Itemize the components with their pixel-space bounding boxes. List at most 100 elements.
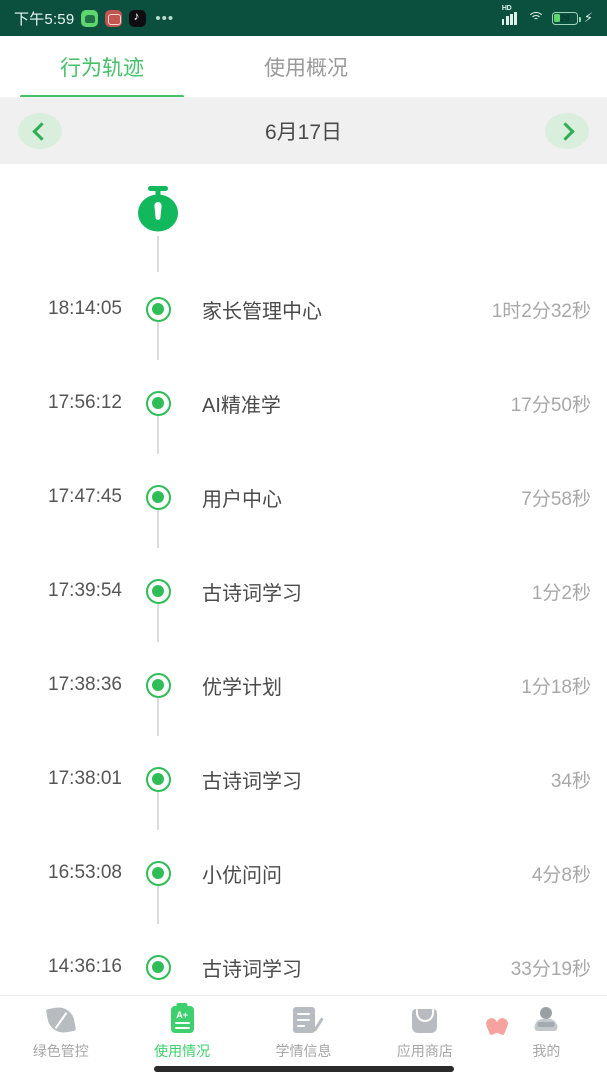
- home-indicator: [153, 1066, 454, 1072]
- row-time: 17:39:54: [48, 580, 122, 601]
- row-app-name: AI精准学: [202, 394, 281, 417]
- activity-timeline: 18:14:05 家长管理中心 1时2分32秒 17:56:12 AI精准学 17分50秒…: [0, 164, 607, 995]
- nav-item-usage[interactable]: A+ 使用情况: [121, 1005, 242, 1061]
- leaf-icon: [45, 1004, 77, 1036]
- document-icon: [288, 1005, 320, 1035]
- row-app-name: 优学计划: [202, 676, 282, 699]
- row-duration: 1时2分32秒: [491, 300, 591, 322]
- tab-usage-overview[interactable]: 使用概况: [204, 36, 408, 98]
- clipboard-icon: A+: [166, 1005, 198, 1035]
- red-app-icon: [105, 9, 123, 27]
- nav-label-app-store: 应用商店: [396, 1043, 453, 1059]
- prev-day-button[interactable]: [18, 113, 62, 149]
- timeline-connector: [157, 886, 159, 924]
- row-duration: 1分2秒: [531, 582, 591, 604]
- row-time: 17:47:45: [48, 486, 122, 507]
- row-time: 17:38:36: [48, 674, 122, 695]
- row-marker: [136, 484, 180, 510]
- row-app-name: 古诗词学习: [202, 770, 302, 793]
- battery-percent: 28: [560, 13, 570, 23]
- row-duration: 33分19秒: [510, 958, 591, 980]
- timeline-row[interactable]: 17:47:45 用户中心 7分58秒: [0, 450, 607, 544]
- timeline-connector: [157, 510, 159, 548]
- bottom-navigation: 绿色管控 A+ 使用情况 学情信息 应用商店 我的: [0, 995, 607, 1080]
- timeline-dot-icon: [145, 390, 171, 416]
- row-time: 16:53:08: [48, 862, 122, 883]
- row-marker: [136, 860, 180, 886]
- row-duration: 34秒: [550, 770, 591, 792]
- row-app-name: 古诗词学习: [202, 582, 302, 605]
- nav-label-profile: 我的: [532, 1043, 561, 1059]
- timeline-rows: 18:14:05 家长管理中心 1时2分32秒 17:56:12 AI精准学 17分50秒…: [0, 262, 607, 995]
- row-marker: [136, 954, 180, 980]
- charging-icon: ⚡: [583, 10, 593, 25]
- timeline-dot-icon: [145, 954, 171, 980]
- cursor-pointer-icon: [487, 1016, 510, 1037]
- row-time: 18:14:05: [48, 298, 122, 319]
- nav-label-study-info: 学情信息: [275, 1043, 332, 1059]
- timeline-row[interactable]: 14:36:16 古诗词学习 33分19秒: [0, 920, 607, 995]
- chevron-left-icon: [32, 121, 51, 141]
- timeline-row[interactable]: 17:56:12 AI精准学 17分50秒: [0, 356, 607, 450]
- tab-behavior-track[interactable]: 行为轨迹: [0, 36, 204, 98]
- timeline-row[interactable]: 17:38:01 古诗词学习 34秒: [0, 732, 607, 826]
- app-root: 下午5:59 ••• HD 28 ⚡ 行为轨迹 使用概况 6月17日: [0, 0, 607, 1080]
- nav-item-app-store[interactable]: 应用商店: [364, 1005, 485, 1061]
- timeline-row[interactable]: 17:38:36 优学计划 1分18秒: [0, 638, 607, 732]
- person-icon: [530, 1005, 562, 1035]
- status-bar-right: HD 28 ⚡: [501, 5, 593, 26]
- row-app-name: 小优问问: [202, 864, 282, 887]
- hd-label: HD: [501, 4, 512, 12]
- row-marker: [136, 578, 180, 604]
- row-marker: [136, 390, 180, 416]
- status-bar: 下午5:59 ••• HD 28 ⚡: [0, 0, 607, 36]
- next-day-button[interactable]: [544, 113, 589, 149]
- chevron-right-icon: [556, 121, 575, 141]
- wifi-icon: [527, 11, 545, 25]
- timeline-dot-icon: [145, 766, 171, 792]
- row-time: 17:38:01: [48, 768, 122, 789]
- battery-icon: 28: [551, 11, 581, 25]
- timeline-connector: [157, 792, 159, 830]
- timeline-dot-icon: [145, 296, 171, 322]
- timeline-connector: [157, 698, 159, 736]
- green-robot-icon: [81, 9, 99, 27]
- timeline-row[interactable]: 16:53:08 小优问问 4分8秒: [0, 826, 607, 920]
- status-time: 下午5:59: [14, 10, 75, 28]
- row-marker: [136, 766, 180, 792]
- status-overflow-icon: •••: [155, 9, 175, 27]
- shopping-bag-icon: [409, 1005, 441, 1035]
- tab-bar: 行为轨迹 使用概况: [0, 36, 607, 98]
- nav-item-green-control[interactable]: 绿色管控: [0, 1004, 121, 1061]
- row-marker: [136, 296, 180, 322]
- timeline-connector: [157, 322, 159, 360]
- nav-item-study-info[interactable]: 学情信息: [243, 1005, 364, 1061]
- timeline-connector: [157, 416, 159, 454]
- nav-label-green-control: 绿色管控: [32, 1043, 89, 1059]
- row-app-name: 家长管理中心: [202, 300, 322, 323]
- timeline-row[interactable]: 18:14:05 家长管理中心 1时2分32秒: [0, 262, 607, 356]
- row-duration: 4分8秒: [531, 864, 591, 886]
- timeline-header: [0, 178, 607, 272]
- timeline-dot-icon: [145, 860, 171, 886]
- row-app-name: 用户中心: [202, 488, 282, 511]
- date-selector: 6月17日: [0, 98, 607, 164]
- tiktok-icon: [129, 9, 147, 27]
- row-duration: 17分50秒: [510, 394, 591, 416]
- row-time: 17:56:12: [48, 392, 122, 413]
- row-duration: 7分58秒: [521, 488, 591, 510]
- timeline-dot-icon: [145, 672, 171, 698]
- timeline-connector: [157, 604, 159, 642]
- timeline-dot-icon: [145, 484, 171, 510]
- status-bar-left: 下午5:59 •••: [14, 8, 174, 29]
- nav-label-usage: 使用情况: [154, 1043, 211, 1059]
- row-marker: [136, 672, 180, 698]
- timeline-dot-icon: [145, 578, 171, 604]
- signal-icon: HD: [501, 5, 521, 25]
- row-app-name: 古诗词学习: [202, 958, 302, 981]
- row-duration: 1分18秒: [521, 676, 591, 698]
- current-date-label: 6月17日: [264, 121, 343, 144]
- stopwatch-icon: [138, 186, 178, 232]
- row-time: 14:36:16: [48, 956, 122, 977]
- timeline-row[interactable]: 17:39:54 古诗词学习 1分2秒: [0, 544, 607, 638]
